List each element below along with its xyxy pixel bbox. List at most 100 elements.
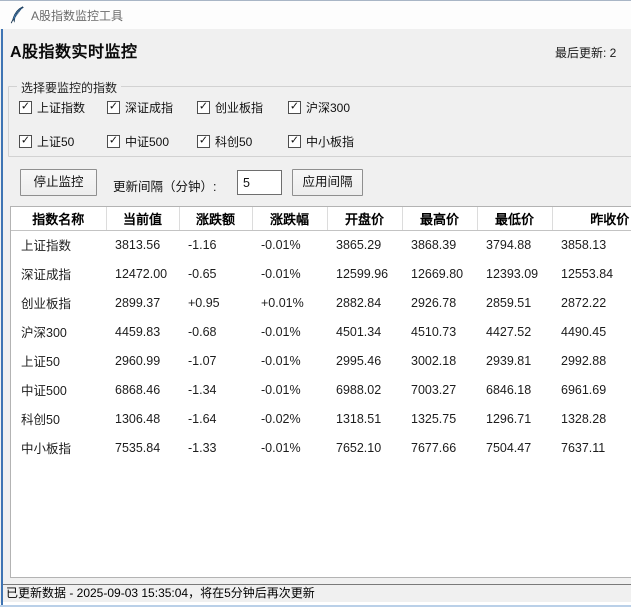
- table-row[interactable]: 深证成指12472.00-0.65-0.01%12599.9612669.801…: [11, 259, 631, 288]
- checkbox-icon: ✓: [288, 135, 301, 148]
- table-cell: 科创50: [11, 404, 106, 433]
- table-cell: 7535.84: [106, 433, 179, 462]
- table-cell: 上证50: [11, 346, 106, 375]
- table-cell: 中证500: [11, 375, 106, 404]
- index-checkbox[interactable]: ✓ 上证指数: [19, 99, 85, 115]
- table-cell: 12599.96: [327, 259, 402, 288]
- table-row[interactable]: 科创501306.48-1.64-0.02%1318.511325.751296…: [11, 404, 631, 433]
- checkbox-label: 创业板指: [215, 99, 263, 116]
- checkbox-label: 沪深300: [306, 99, 350, 116]
- checkbox-icon: ✓: [288, 101, 301, 114]
- table-row[interactable]: 上证502960.99-1.07-0.01%2995.463002.182939…: [11, 346, 631, 375]
- table-cell: 2882.84: [327, 288, 402, 317]
- index-checkbox[interactable]: ✓ 科创50: [197, 133, 252, 149]
- table-cell: +0.01%: [252, 288, 327, 317]
- checkbox-label: 科创50: [215, 133, 252, 150]
- apply-interval-button[interactable]: 应用间隔: [292, 169, 363, 196]
- table-cell: 3813.56: [106, 230, 179, 259]
- index-checkbox[interactable]: ✓ 中小板指: [288, 133, 354, 149]
- checkbox-label: 中小板指: [306, 133, 354, 150]
- table-cell: 6988.02: [327, 375, 402, 404]
- status-bar: 已更新数据 - 2025-09-03 15:35:04，将在5分钟后再次更新: [2, 584, 631, 603]
- table-cell: 7652.10: [327, 433, 402, 462]
- index-table: 指数名称当前值涨跌额涨跌幅开盘价最高价最低价昨收价 上证指数3813.56-1.…: [10, 206, 631, 578]
- index-selection-frame: 选择要监控的指数 ✓上证指数✓深证成指✓创业板指✓沪深300✓上证50✓中证50…: [8, 86, 631, 157]
- checkbox-icon: ✓: [197, 135, 210, 148]
- table-header-cell[interactable]: 最高价: [402, 207, 477, 230]
- index-selection-title: 选择要监控的指数: [17, 79, 121, 96]
- table-cell: -1.64: [179, 404, 252, 433]
- page-title: A股指数实时监控: [10, 38, 138, 62]
- table-cell: 3868.39: [402, 230, 477, 259]
- index-checkbox[interactable]: ✓深证成指: [107, 99, 173, 115]
- table-cell: 12669.80: [402, 259, 477, 288]
- table-cell: 1306.48: [106, 404, 179, 433]
- table-header-cell[interactable]: 昨收价: [552, 207, 631, 230]
- title-bar: A股指数监控工具: [0, 1, 631, 29]
- table-header-cell[interactable]: 涨跌额: [179, 207, 252, 230]
- tk-feather-icon: [10, 6, 24, 24]
- index-checkbox[interactable]: ✓上证50: [19, 133, 74, 149]
- window-title: A股指数监控工具: [31, 7, 123, 24]
- table-row[interactable]: 中小板指7535.84-1.33-0.01%7652.107677.667504…: [11, 433, 631, 462]
- table-cell: 上证指数: [11, 230, 106, 259]
- table-cell: 7003.27: [402, 375, 477, 404]
- table-header-cell[interactable]: 开盘价: [327, 207, 402, 230]
- table-cell: 3858.13: [552, 230, 631, 259]
- table-cell: 7504.47: [477, 433, 552, 462]
- table-cell: 7677.66: [402, 433, 477, 462]
- table-cell: 2992.88: [552, 346, 631, 375]
- table-cell: 12393.09: [477, 259, 552, 288]
- table-cell: 2960.99: [106, 346, 179, 375]
- interval-label: 更新间隔（分钟）:: [113, 176, 216, 195]
- window-left-border: [1, 29, 3, 605]
- table-cell: 4510.73: [402, 317, 477, 346]
- table-header-cell[interactable]: 指数名称: [11, 207, 106, 230]
- table-cell: 创业板指: [11, 288, 106, 317]
- table-row[interactable]: 上证指数3813.56-1.16-0.01%3865.293868.393794…: [11, 230, 631, 259]
- client-area: A股指数实时监控 最后更新: 2 选择要监控的指数 ✓上证指数✓深证成指✓创业板…: [0, 29, 631, 603]
- table-row[interactable]: 中证5006868.46-1.34-0.01%6988.027003.27684…: [11, 375, 631, 404]
- checkbox-label: 深证成指: [125, 99, 173, 116]
- table-cell: 7637.11: [552, 433, 631, 462]
- table-cell: 4427.52: [477, 317, 552, 346]
- table-cell: 1325.75: [402, 404, 477, 433]
- index-checkbox[interactable]: ✓ 沪深300: [288, 99, 350, 115]
- table-cell: 6846.18: [477, 375, 552, 404]
- index-checkbox[interactable]: ✓ 中证500: [107, 133, 169, 149]
- table-cell: -1.07: [179, 346, 252, 375]
- table-cell: 6868.46: [106, 375, 179, 404]
- checkbox-label: 上证50: [37, 133, 74, 150]
- table-cell: 2939.81: [477, 346, 552, 375]
- table-cell: -1.33: [179, 433, 252, 462]
- table-header-cell[interactable]: 涨跌幅: [252, 207, 327, 230]
- table-cell: -0.01%: [252, 230, 327, 259]
- checkbox-label: 中证500: [125, 133, 169, 150]
- table-cell: -0.01%: [252, 317, 327, 346]
- window-bottom-border: [0, 605, 631, 607]
- last-update-label: 最后更新: 2: [555, 44, 616, 61]
- table-cell: 沪深300: [11, 317, 106, 346]
- table-header-cell[interactable]: 当前值: [106, 207, 179, 230]
- table-header-cell[interactable]: 最低价: [477, 207, 552, 230]
- table-cell: 中小板指: [11, 433, 106, 462]
- checkbox-label: 上证指数: [37, 99, 85, 116]
- table-row[interactable]: 沪深3004459.83-0.68-0.01%4501.344510.73442…: [11, 317, 631, 346]
- table-cell: -1.34: [179, 375, 252, 404]
- table-cell: 2899.37: [106, 288, 179, 317]
- table-cell: -0.01%: [252, 433, 327, 462]
- interval-input[interactable]: [237, 170, 282, 195]
- table-cell: 3002.18: [402, 346, 477, 375]
- index-checkbox[interactable]: ✓创业板指: [197, 99, 263, 115]
- table-cell: 2872.22: [552, 288, 631, 317]
- stop-monitor-button[interactable]: 停止监控: [20, 169, 97, 196]
- table-cell: 6961.69: [552, 375, 631, 404]
- table-cell: 4459.83: [106, 317, 179, 346]
- table-row[interactable]: 创业板指2899.37+0.95+0.01%2882.842926.782859…: [11, 288, 631, 317]
- table-cell: 12553.84: [552, 259, 631, 288]
- checkbox-icon: ✓: [19, 101, 32, 114]
- table-body: 上证指数3813.56-1.16-0.01%3865.293868.393794…: [11, 230, 631, 462]
- table-cell: 2995.46: [327, 346, 402, 375]
- checkbox-icon: ✓: [107, 135, 120, 148]
- table-cell: 12472.00: [106, 259, 179, 288]
